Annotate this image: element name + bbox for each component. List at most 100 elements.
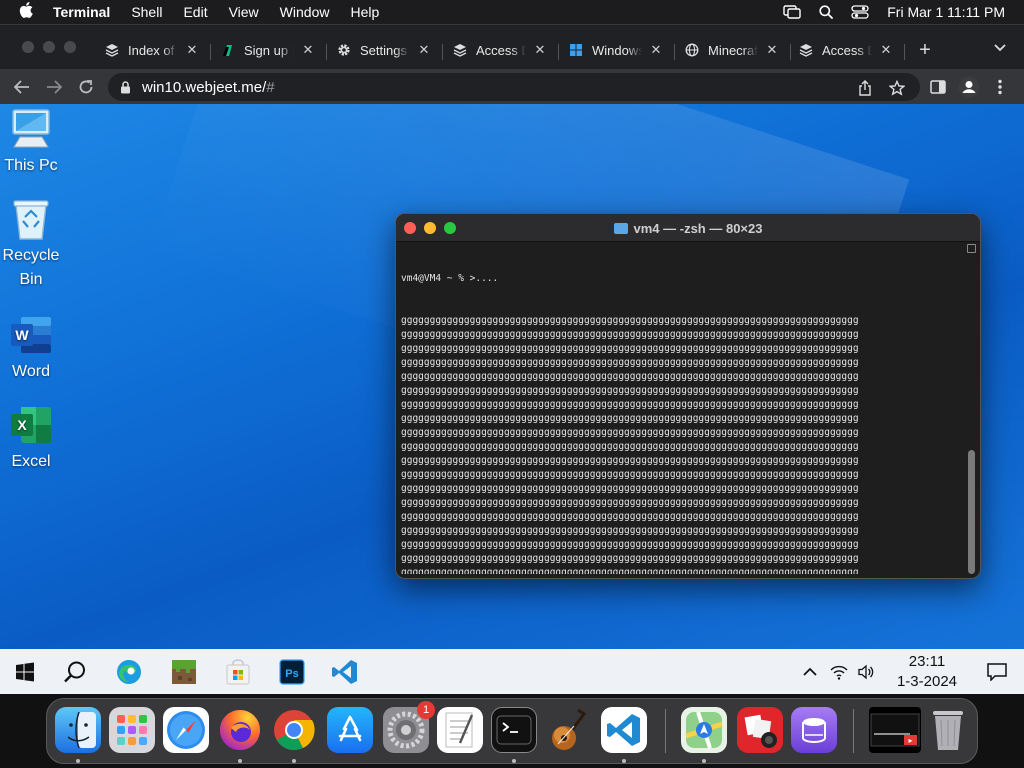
computer-icon [8,106,54,152]
reload-icon[interactable] [74,75,98,99]
close-tab-icon[interactable]: ✕ [766,42,778,58]
browser-tab-access-2[interactable]: Access D ✕ [798,38,892,62]
finder-icon[interactable] [55,707,101,753]
menu-window[interactable]: Window [280,4,330,20]
side-panel-icon[interactable] [926,75,950,99]
terminal-output-line: gggggggggggggggggggggggggggggggggggggggg… [401,427,859,438]
firefox-icon[interactable] [217,707,263,753]
start-windows-icon[interactable] [8,655,42,689]
close-tab-icon[interactable]: ✕ [418,42,430,58]
garageband-icon[interactable] [545,707,591,753]
running-indicator [512,759,516,763]
close-tab-icon[interactable]: ✕ [186,42,198,58]
search-icon[interactable] [58,655,92,689]
browser-tab-settings[interactable]: Settings ✕ [336,38,430,62]
terminal-output-line: gggggggggggggggggggggggggggggggggggggggg… [401,455,859,466]
notifications-icon[interactable] [987,662,1007,682]
tab-label: Windows [592,42,642,58]
maps-icon[interactable] [681,707,727,753]
profile-avatar-icon[interactable] [957,75,981,99]
menu-shell[interactable]: Shell [131,4,162,20]
network-icon[interactable] [829,662,849,682]
close-tab-icon[interactable]: ✕ [650,42,662,58]
svg-text:Ps: Ps [285,668,298,680]
terminal-title-bar[interactable]: vm4 — -zsh — 80×23 [396,214,980,242]
share-icon[interactable] [856,79,874,97]
desktop-icon-excel[interactable]: X Excel [0,402,62,474]
menu-view[interactable]: View [229,4,259,20]
close-tab-icon[interactable]: ✕ [302,42,314,58]
desktop-icon-label: Recycle Bin [2,247,60,288]
forward-arrow-icon[interactable] [42,75,66,99]
menu-help[interactable]: Help [350,4,379,20]
macos-menu-bar: Terminal Shell Edit View Window Help Fri… [0,0,1024,24]
browser-menu-icon[interactable] [988,75,1012,99]
menu-bar-clock[interactable]: Fri Mar 1 11:11 PM [887,4,1005,20]
minimized-window-thumbnail[interactable]: ▸ [869,707,921,753]
address-bar[interactable]: win10.webjeet.me/# [108,73,920,101]
running-indicator [238,759,242,763]
control-center-icon[interactable] [851,5,869,19]
taskbar-clock[interactable]: 23:11 1-3-2024 [887,652,967,692]
safari-icon[interactable] [163,707,209,753]
server-icon [452,42,468,58]
chrome-icon[interactable] [271,707,317,753]
terminal-app-icon[interactable] [491,707,537,753]
apple-menu-icon[interactable] [15,2,37,22]
close-tab-icon[interactable]: ✕ [534,42,546,58]
tab-label: Minecraft [708,42,758,58]
macos-dock: 1 ▸ [46,698,978,764]
terminal-output-line: gggggggggggggggggggggggggggggggggggggggg… [401,469,859,480]
back-arrow-icon[interactable] [10,75,34,99]
terminal-window[interactable]: vm4 — -zsh — 80×23 vm4@VM4 ~ % >.... ggg… [395,213,981,579]
close-tab-icon[interactable]: ✕ [880,42,892,58]
terminal-output-line: gggggggggggggggggggggggggggggggggggggggg… [401,483,859,494]
volume-icon[interactable] [856,662,876,682]
windows-taskbar: Ps 23:11 1-3-2024 [0,649,1024,694]
svg-text:X: X [17,417,27,433]
browser-tab-minecraft[interactable]: Minecraft ✕ [684,38,778,62]
textedit-icon[interactable] [437,707,483,753]
folder-icon [613,222,628,234]
desktop-icon-recycle-bin[interactable]: Recycle Bin [0,196,62,292]
launchpad-icon[interactable] [109,707,155,753]
minimize-window-button[interactable] [43,41,55,53]
new-tab-button[interactable]: + [915,38,935,62]
browser-tab-access-1[interactable]: Access D ✕ [452,38,546,62]
terminal-output-line: gggggggggggggggggggggggggggggggggggggggg… [401,413,859,424]
menu-app-name[interactable]: Terminal [53,4,110,20]
tab-label: Settings [360,42,407,58]
screen-mirroring-icon[interactable] [783,5,801,19]
browser-tab-index[interactable]: Index of / ✕ [104,38,198,62]
system-settings-icon[interactable]: 1 [383,701,435,753]
disk-utility-icon[interactable] [791,707,837,753]
desktop-icon-word[interactable]: W Word [0,312,62,384]
terminal-output[interactable]: vm4@VM4 ~ % >.... gggggggggggggggggggggg… [401,244,961,574]
minecraft-icon[interactable] [167,655,201,689]
running-indicator [622,759,626,763]
lock-icon[interactable] [120,80,134,94]
spotlight-search-icon[interactable] [819,5,834,19]
trash-icon[interactable] [925,707,971,753]
vscode-icon[interactable] [328,655,362,689]
photo-booth-icon[interactable] [737,707,783,753]
close-window-button[interactable] [22,41,34,53]
address-url[interactable]: win10.webjeet.me/# [142,79,275,96]
vscode-dock-icon[interactable] [601,707,647,753]
terminal-title-text: vm4 — -zsh — 80×23 [633,220,763,236]
browser-tab-windows[interactable]: Windows ✕ [568,38,662,62]
app-store-icon[interactable] [327,707,373,753]
menu-edit[interactable]: Edit [183,4,207,20]
browser-tab-signup[interactable]: Sign up | ✕ [220,38,314,62]
tab-search-chevron-icon[interactable] [993,40,1007,58]
store-icon[interactable] [221,655,255,689]
desktop-icon-label: Excel [11,453,51,470]
photoshop-icon[interactable]: Ps [275,655,309,689]
show-hidden-icons-chevron-icon[interactable] [800,662,820,682]
desktop-icon-this-pc[interactable]: This Pc [0,106,62,178]
bookmark-star-icon[interactable] [888,79,906,97]
edge-icon[interactable] [112,655,146,689]
zoom-window-button[interactable] [64,41,76,53]
terminal-scrollbar[interactable] [968,450,975,574]
scroll-overview-icon[interactable] [967,244,976,253]
